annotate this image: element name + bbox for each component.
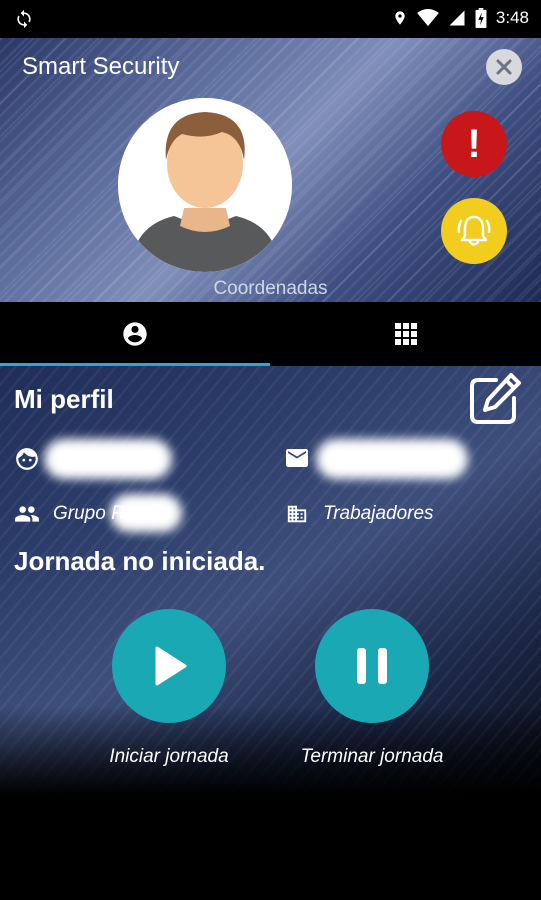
redacted-group [110, 494, 182, 532]
pause-icon [357, 648, 387, 684]
exclamation-icon: ! [467, 121, 481, 166]
group-icon [15, 506, 39, 522]
tab-apps[interactable] [271, 302, 541, 366]
signal-icon [449, 10, 465, 26]
profile-title: Mi perfil [14, 384, 114, 414]
edit-profile-button[interactable] [466, 370, 524, 428]
play-icon [155, 646, 187, 686]
start-workday-button[interactable] [112, 609, 226, 723]
app-title: Smart Security [22, 53, 180, 80]
category-label: Trabajadores [323, 503, 434, 524]
alert-button[interactable]: ! [441, 111, 507, 177]
profile-header: Smart Security ! Coordenadas [0, 38, 541, 302]
sync-icon [17, 9, 31, 29]
profile-content: Mi perfil Grupo R Trabajadores Jornada n… [0, 366, 541, 900]
close-button[interactable] [486, 49, 522, 85]
redacted-name [44, 439, 172, 479]
edit-icon [470, 373, 521, 424]
workday-status: Jornada no iniciada. [14, 546, 266, 576]
account-circle-icon [123, 322, 147, 346]
location-icon [395, 11, 405, 25]
end-workday-button[interactable] [315, 609, 429, 723]
avatar-image [118, 98, 292, 272]
end-workday-label[interactable]: Terminar jornada [282, 746, 462, 768]
status-time: 3:48 [495, 8, 529, 27]
avatar[interactable] [118, 98, 292, 272]
tab-bar [0, 302, 541, 366]
coordinates-label[interactable]: Coordenadas [0, 278, 541, 300]
alarm-button[interactable] [441, 198, 507, 264]
close-icon [496, 59, 512, 75]
grid-icon [395, 323, 417, 345]
start-workday-label[interactable]: Iniciar jornada [79, 746, 259, 768]
tab-profile[interactable] [0, 302, 270, 366]
alarm-bell-icon [457, 215, 491, 246]
battery-icon [475, 8, 487, 28]
wifi-icon [417, 9, 439, 27]
mail-icon [286, 449, 308, 467]
redacted-email [316, 439, 468, 479]
status-bar: 3:48 [0, 0, 541, 38]
face-icon [16, 448, 38, 470]
domain-icon [287, 505, 307, 523]
